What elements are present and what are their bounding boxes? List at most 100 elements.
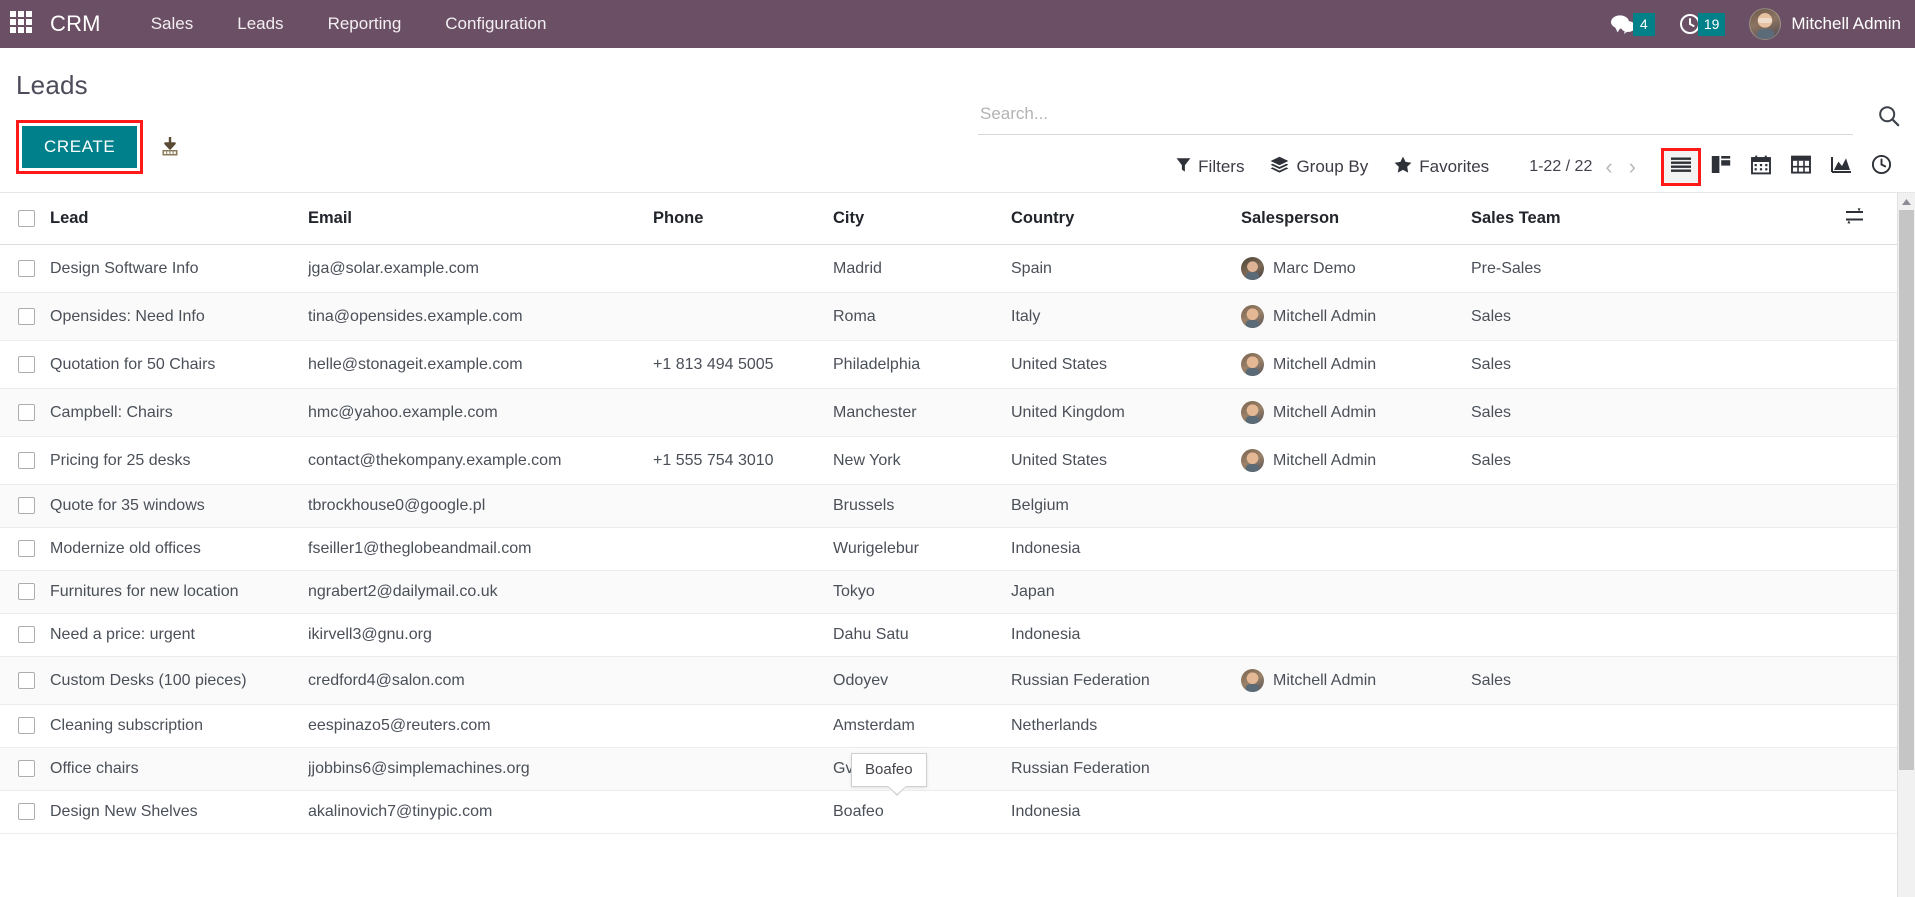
row-select-cell — [0, 388, 50, 437]
column-header-phone[interactable]: Phone — [653, 193, 833, 245]
table-row[interactable]: Need a price: urgent ikirvell3@gnu.org Dah… — [0, 613, 1897, 657]
cell-spacer — [1845, 704, 1897, 748]
row-checkbox[interactable] — [18, 259, 35, 277]
cell-city: Amsterdam — [833, 704, 1011, 748]
import-download-icon[interactable] — [159, 136, 181, 158]
kanban-view-button[interactable] — [1701, 148, 1741, 186]
table-row[interactable]: Opensides: Need Info tina@opensides.examp… — [0, 292, 1897, 341]
activity-view-button[interactable] — [1861, 148, 1901, 186]
row-checkbox[interactable] — [18, 307, 35, 325]
cell-lead: Opensides: Need Info — [50, 292, 308, 341]
list-view-button[interactable] — [1661, 148, 1701, 186]
pivot-view-button[interactable] — [1781, 148, 1821, 186]
table-row[interactable]: Furnitures for new location ngrabert2@dai… — [0, 570, 1897, 614]
control-panel-right: Filters Group By Favorites 1-22 / 22 ‹ › — [1176, 148, 1901, 186]
cell-sales-team — [1471, 790, 1845, 834]
group-by-dropdown[interactable]: Group By — [1270, 156, 1368, 178]
row-checkbox[interactable] — [18, 671, 35, 689]
cell-email: ngrabert2@dailymail.co.uk — [308, 570, 653, 614]
create-button[interactable]: CREATE — [22, 126, 138, 168]
column-header-country[interactable]: Country — [1011, 193, 1241, 245]
cell-spacer — [1845, 340, 1897, 389]
apps-grid-icon[interactable] — [10, 11, 36, 37]
table-row[interactable]: Cleaning subscription eespinazo5@reuters.… — [0, 704, 1897, 748]
cell-city: Philadelphia — [833, 340, 1011, 389]
cell-phone — [653, 613, 833, 657]
menu-item-reporting[interactable]: Reporting — [306, 8, 424, 40]
row-checkbox[interactable] — [18, 497, 35, 515]
cell-lead: Campbell: Chairs — [50, 388, 308, 437]
cell-sales-team: Pre-Sales — [1471, 244, 1845, 293]
row-checkbox[interactable] — [18, 583, 35, 601]
table-row[interactable]: Pricing for 25 desks contact@thekompany.e… — [0, 436, 1897, 485]
activities-menu[interactable]: 19 — [1679, 12, 1726, 36]
cell-salesperson — [1241, 704, 1471, 748]
app-brand-crm[interactable]: CRM — [50, 11, 101, 37]
row-checkbox[interactable] — [18, 717, 35, 735]
cell-sales-team: Sales — [1471, 436, 1845, 485]
vertical-scrollbar[interactable] — [1897, 193, 1915, 897]
table-row[interactable]: Office chairs jjobbins6@simplemachines.or… — [0, 747, 1897, 791]
pager-next-button[interactable]: › — [1626, 156, 1639, 178]
row-select-cell — [0, 527, 50, 571]
scrollbar-thumb[interactable] — [1899, 210, 1914, 770]
column-header-email[interactable]: Email — [308, 193, 653, 245]
cell-salesperson: Mitchell Admin — [1241, 436, 1471, 485]
user-menu[interactable]: Mitchell Admin — [1749, 8, 1901, 40]
row-checkbox[interactable] — [18, 540, 35, 558]
messages-menu[interactable]: 4 — [1610, 12, 1655, 36]
graph-view-button[interactable] — [1821, 148, 1861, 186]
pager-count: 1-22 / 22 — [1529, 158, 1593, 175]
scrollbar-up-arrow-icon[interactable] — [1898, 193, 1915, 210]
column-options-icon[interactable] — [1845, 207, 1865, 225]
select-all-checkbox[interactable] — [18, 210, 35, 228]
cell-country: Russian Federation — [1011, 656, 1241, 705]
table-row[interactable]: Design New Shelves akalinovich7@tinypic.c… — [0, 790, 1897, 834]
cell-spacer — [1845, 747, 1897, 791]
cell-phone: +1 555 754 3010 — [653, 436, 833, 485]
row-select-cell — [0, 747, 50, 791]
search-magnifier-icon[interactable] — [1877, 104, 1901, 133]
menu-item-leads[interactable]: Leads — [215, 8, 305, 40]
table-row[interactable]: Quotation for 50 Chairs helle@stonageit.e… — [0, 340, 1897, 389]
cell-email: akalinovich7@tinypic.com — [308, 790, 653, 834]
column-header-salesperson[interactable]: Salesperson — [1241, 193, 1471, 245]
row-checkbox[interactable] — [18, 451, 35, 469]
row-checkbox[interactable] — [18, 803, 35, 821]
area-chart-icon — [1830, 155, 1852, 179]
column-header-sales-team[interactable]: Sales Team — [1471, 193, 1845, 245]
cell-lead: Quotation for 50 Chairs — [50, 340, 308, 389]
table-row[interactable]: Design Software Info jga@solar.example.co… — [0, 244, 1897, 293]
table-row[interactable]: Modernize old offices fseiller1@theglobea… — [0, 527, 1897, 571]
cell-email: eespinazo5@reuters.com — [308, 704, 653, 748]
filters-dropdown[interactable]: Filters — [1176, 157, 1244, 178]
pager-previous-button[interactable]: ‹ — [1602, 156, 1615, 178]
row-checkbox[interactable] — [18, 403, 35, 421]
favorites-dropdown[interactable]: Favorites — [1394, 156, 1489, 178]
menu-item-sales[interactable]: Sales — [129, 8, 216, 40]
filter-funnel-icon — [1176, 157, 1191, 178]
cell-spacer — [1845, 656, 1897, 705]
table-row[interactable]: Quote for 35 windows tbrockhouse0@google.… — [0, 484, 1897, 528]
cell-city: Manchester — [833, 388, 1011, 437]
row-checkbox[interactable] — [18, 760, 35, 778]
cell-email: ikirvell3@gnu.org — [308, 613, 653, 657]
search-input[interactable] — [978, 104, 1853, 126]
cell-lead: Quote for 35 windows — [50, 484, 308, 528]
list-view-container: Lead Email Phone City Country Salesperso… — [0, 193, 1915, 897]
city-tooltip-text: Boafeo — [865, 760, 913, 778]
cell-city: Odoyev — [833, 656, 1011, 705]
row-checkbox[interactable] — [18, 626, 35, 644]
column-header-lead[interactable]: Lead — [50, 193, 308, 245]
row-checkbox[interactable] — [18, 355, 35, 373]
menu-item-configuration[interactable]: Configuration — [423, 8, 568, 40]
control-panel-buttons: CREATE — [16, 120, 181, 174]
salesperson-avatar — [1241, 401, 1264, 424]
calendar-view-button[interactable] — [1741, 148, 1781, 186]
column-header-city[interactable]: City — [833, 193, 1011, 245]
cell-lead: Furnitures for new location — [50, 570, 308, 614]
table-row[interactable]: Campbell: Chairs hmc@yahoo.example.com Man… — [0, 388, 1897, 437]
table-row[interactable]: Custom Desks (100 pieces) credford4@salon… — [0, 656, 1897, 705]
cell-country: Indonesia — [1011, 527, 1241, 571]
row-select-cell — [0, 436, 50, 485]
